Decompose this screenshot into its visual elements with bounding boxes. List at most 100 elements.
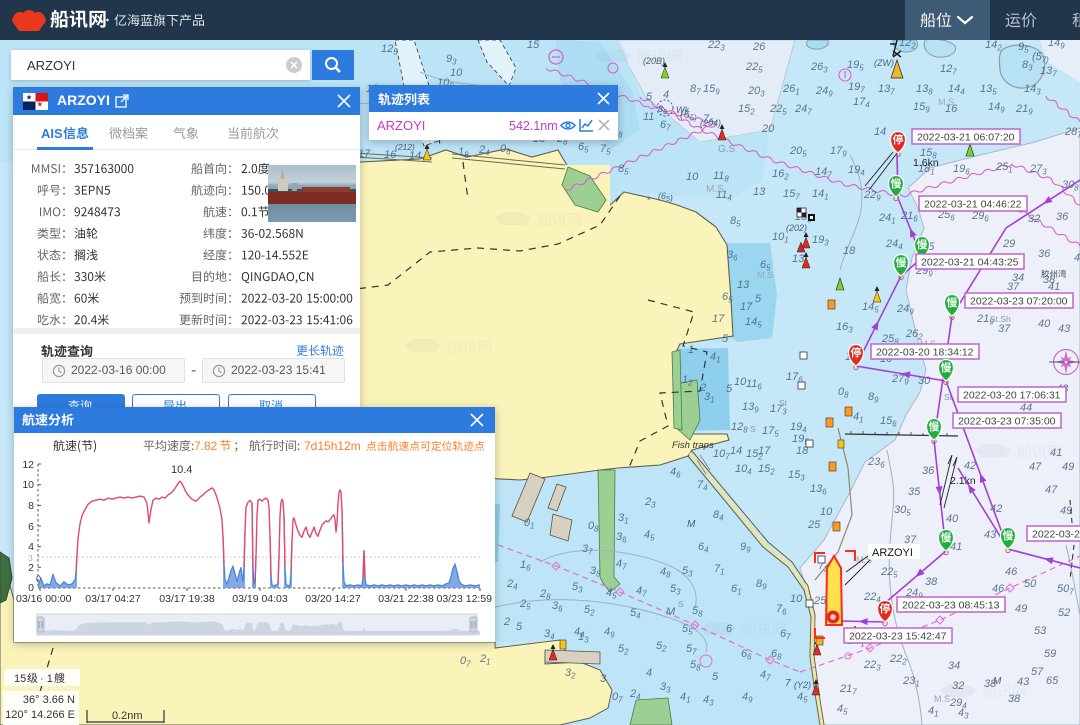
svg-text:40: 40 xyxy=(1038,318,1051,330)
svg-text:57: 57 xyxy=(1031,666,1044,678)
svg-text:5: 5 xyxy=(722,333,729,345)
svg-text:43: 43 xyxy=(1058,323,1071,335)
svg-text:2: 2 xyxy=(28,562,34,574)
svg-text:5: 5 xyxy=(646,91,653,103)
svg-text:42: 42 xyxy=(964,460,976,472)
svg-text:St.Sh: St.Sh xyxy=(990,314,1011,324)
svg-text:13: 13 xyxy=(792,253,805,265)
svg-text:2022-03-20 17:06:31: 2022-03-20 17:06:31 xyxy=(963,390,1061,402)
svg-text:M.S: M.S xyxy=(938,97,954,107)
svg-text:41: 41 xyxy=(1050,447,1062,459)
svg-text:M.S: M.S xyxy=(757,270,773,280)
svg-text:40: 40 xyxy=(946,513,959,525)
svg-text:10: 10 xyxy=(450,67,463,79)
svg-text:M.S: M.S xyxy=(934,694,950,704)
svg-text:(202): (202) xyxy=(786,223,807,233)
svg-text:4: 4 xyxy=(28,541,34,553)
svg-text:(204): (204) xyxy=(700,118,721,128)
svg-text:47: 47 xyxy=(1045,484,1058,496)
svg-text:37: 37 xyxy=(998,323,1011,335)
svg-text:3: 3 xyxy=(600,673,607,685)
svg-text:2022-03-21 04:46:22: 2022-03-21 04:46:22 xyxy=(924,199,1022,211)
svg-text:· 1: · 1 xyxy=(40,673,53,685)
svg-text:03/23 12:59: 03/23 12:59 xyxy=(437,593,493,605)
svg-text:37: 37 xyxy=(1007,281,1020,293)
svg-text:11: 11 xyxy=(643,111,654,123)
svg-text:38: 38 xyxy=(925,576,938,588)
svg-text:44: 44 xyxy=(1020,402,1032,414)
svg-text:4: 4 xyxy=(646,667,652,679)
svg-text:542.1nm: 542.1nm xyxy=(509,119,558,133)
svg-text:7.82: 7.82 xyxy=(194,439,218,453)
svg-text:32: 32 xyxy=(1028,213,1040,225)
svg-text:43: 43 xyxy=(1017,676,1030,688)
svg-text:5: 5 xyxy=(712,671,719,683)
svg-text:65: 65 xyxy=(1046,675,1059,687)
svg-text:2022-03-23 07:20:00: 2022-03-23 07:20:00 xyxy=(970,296,1068,308)
svg-text:34: 34 xyxy=(948,660,960,672)
svg-text:49: 49 xyxy=(1062,461,1074,473)
svg-text:14: 14 xyxy=(730,445,742,457)
svg-text:7: 7 xyxy=(785,678,791,689)
svg-text:15: 15 xyxy=(527,39,540,51)
svg-text:S: S xyxy=(750,424,756,434)
svg-text:(Y2): (Y2) xyxy=(794,680,811,690)
svg-text:03/17 04:27: 03/17 04:27 xyxy=(85,593,141,605)
svg-text:2022-03-23 07:35:00: 2022-03-23 07:35:00 xyxy=(958,416,1056,428)
svg-text:ARZOYI: ARZOYI xyxy=(377,118,425,133)
svg-text:41: 41 xyxy=(1048,281,1060,293)
svg-text:2022-03-21 04:43:25: 2022-03-21 04:43:25 xyxy=(921,257,1019,269)
svg-text:43: 43 xyxy=(984,529,997,541)
svg-text:15: 15 xyxy=(14,673,26,685)
svg-text:26: 26 xyxy=(752,41,766,53)
svg-text:35: 35 xyxy=(908,486,921,498)
svg-text:03/16 00:00: 03/16 00:00 xyxy=(16,593,72,605)
svg-text:1.6kn: 1.6kn xyxy=(913,157,939,169)
svg-text:ARZOYI: ARZOYI xyxy=(872,547,913,559)
svg-text:29: 29 xyxy=(1002,238,1015,250)
svg-text:17: 17 xyxy=(758,445,771,457)
svg-text:53: 53 xyxy=(1034,625,1047,637)
svg-text:18: 18 xyxy=(843,245,856,257)
svg-text:5: 5 xyxy=(755,293,762,305)
svg-text:47: 47 xyxy=(1029,461,1042,473)
svg-text:03/20 14:27: 03/20 14:27 xyxy=(305,593,361,605)
svg-text:13: 13 xyxy=(753,186,766,198)
svg-text:03/19 04:03: 03/19 04:03 xyxy=(232,593,288,605)
svg-text:17: 17 xyxy=(712,313,725,325)
svg-text:36: 36 xyxy=(1038,248,1051,260)
svg-text:25: 25 xyxy=(813,595,827,607)
svg-text:36: 36 xyxy=(1056,211,1069,223)
svg-text:M: M xyxy=(993,676,1002,687)
svg-text:12: 12 xyxy=(22,459,34,471)
svg-text:49: 49 xyxy=(1060,505,1072,517)
svg-text:5: 5 xyxy=(726,383,733,395)
svg-text:50: 50 xyxy=(1024,578,1037,590)
svg-text:*: * xyxy=(647,195,651,205)
svg-text:2022-03-23 08:45:13: 2022-03-23 08:45:13 xyxy=(902,600,1000,612)
svg-text:G.S: G.S xyxy=(718,144,736,155)
svg-text:6: 6 xyxy=(726,623,733,635)
svg-text:2022-03-21 06:07:20: 2022-03-21 06:07:20 xyxy=(917,132,1015,144)
svg-text:2022-03-20 18:34:12: 2022-03-20 18:34:12 xyxy=(876,347,974,359)
svg-text:(20B): (20B) xyxy=(643,56,665,66)
svg-text:10: 10 xyxy=(820,506,833,518)
svg-text:13: 13 xyxy=(737,279,750,291)
svg-text:2022-03-20 15:42:1: 2022-03-20 15:42:1 xyxy=(1032,529,1080,541)
svg-text:03/17 19:38: 03/17 19:38 xyxy=(159,593,215,605)
svg-text:32: 32 xyxy=(952,680,964,692)
svg-text:52: 52 xyxy=(1058,607,1070,619)
svg-text:1: 1 xyxy=(688,344,694,356)
svg-text:59: 59 xyxy=(1044,648,1056,660)
svg-text:14: 14 xyxy=(874,126,886,138)
svg-text:0.2nm: 0.2nm xyxy=(112,710,143,722)
svg-text:49: 49 xyxy=(1015,603,1027,615)
svg-text:Fish traps: Fish traps xyxy=(672,440,714,451)
svg-text:7d15h12m: 7d15h12m xyxy=(304,439,361,453)
svg-text:4: 4 xyxy=(663,89,669,101)
svg-text:38: 38 xyxy=(1008,693,1021,705)
svg-text:25: 25 xyxy=(807,519,821,531)
svg-text:5: 5 xyxy=(516,621,523,633)
svg-text:17: 17 xyxy=(740,301,753,313)
svg-text:40: 40 xyxy=(1074,252,1080,264)
